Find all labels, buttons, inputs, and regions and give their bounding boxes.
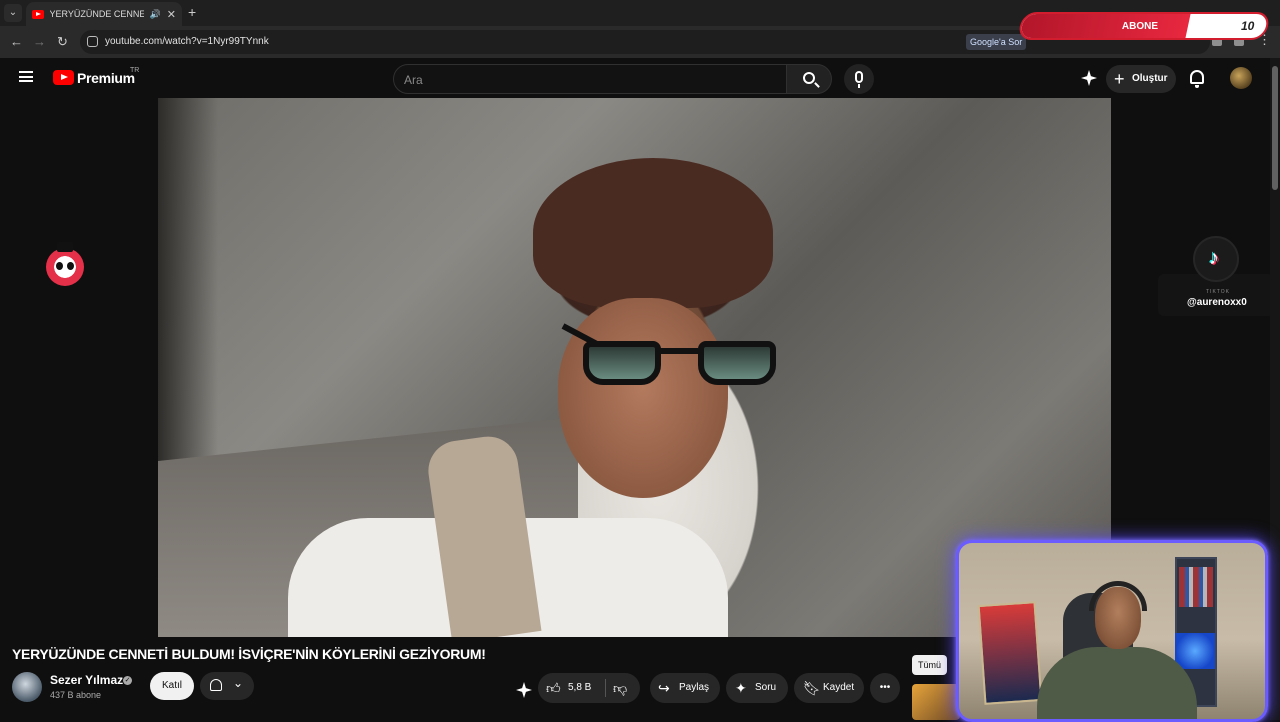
- share-icon: ↪: [658, 680, 670, 696]
- microphone-icon: [855, 71, 863, 83]
- voice-search-button[interactable]: [844, 64, 874, 94]
- chevron-down-icon: ⌄: [233, 676, 244, 690]
- join-button[interactable]: Katıl: [150, 672, 194, 700]
- site-info-icon[interactable]: [87, 36, 98, 47]
- back-icon[interactable]: ←: [10, 34, 23, 49]
- bookmark-icon: 🔖︎: [803, 680, 821, 696]
- sparkle-icon[interactable]: [1081, 70, 1097, 86]
- new-tab-icon[interactable]: +: [188, 4, 196, 20]
- google-search-chip[interactable]: Google'a Sor: [966, 34, 1027, 50]
- reload-icon[interactable]: ↻: [57, 34, 68, 50]
- channel-name[interactable]: Sezer Yılmaz: [50, 673, 123, 687]
- tiktok-label: TIKTOK: [1206, 289, 1230, 295]
- video-title: YERYÜZÜNDE CENNETİ BULDUM! İSVİÇRE'NİN K…: [12, 646, 486, 662]
- subscriber-count: 437 B abone: [50, 690, 102, 700]
- url-text: youtube.com/watch?v=1Nyr99TYnnk: [105, 36, 269, 47]
- subscribe-goal-label: ABONE: [1121, 21, 1159, 32]
- sparkle-icon: ✦: [735, 680, 747, 696]
- more-icon: •••: [879, 682, 891, 693]
- streamer-webcam: [956, 540, 1268, 722]
- share-button[interactable]: ↪ Paylaş: [650, 673, 720, 703]
- panda-mascot-icon: [46, 242, 84, 286]
- close-tab-icon[interactable]: ✕: [167, 8, 176, 21]
- speaker-icon[interactable]: 🔊: [150, 9, 161, 20]
- tiktok-icon: ♪: [1209, 247, 1219, 269]
- create-button[interactable]: Oluştur: [1106, 65, 1176, 93]
- account-avatar[interactable]: [1230, 67, 1252, 89]
- share-label: Paylaş: [679, 682, 710, 693]
- subscription-notification-button[interactable]: ⌄: [200, 672, 254, 700]
- ask-label: Soru: [755, 682, 777, 693]
- region-code: TR: [130, 67, 140, 74]
- save-label: Kaydet: [823, 682, 855, 693]
- youtube-favicon-icon: [32, 9, 44, 19]
- like-button[interactable]: 👍︎: [546, 673, 561, 703]
- menu-icon[interactable]: [19, 71, 33, 82]
- save-button[interactable]: 🔖︎ Kaydet: [794, 673, 864, 703]
- search-icon: [803, 72, 815, 84]
- browser-tab[interactable]: YERYÜZÜNDE CENNETİ BU 🔊 ✕: [26, 2, 182, 26]
- filter-chip-all[interactable]: Tümü: [912, 655, 948, 675]
- ai-sparkle-icon[interactable]: [516, 682, 532, 698]
- bell-icon: [210, 679, 222, 691]
- channel-avatar[interactable]: [12, 672, 42, 702]
- search-button[interactable]: [786, 64, 832, 94]
- scrollbar-thumb[interactable]: [1272, 66, 1278, 190]
- youtube-logo-icon[interactable]: [53, 70, 74, 85]
- verified-check-icon: ✓: [123, 676, 132, 685]
- search-box[interactable]: [393, 64, 787, 94]
- youtube-header: Premium TR Oluştur: [0, 58, 1270, 98]
- tiktok-handle: @aurenoxx0: [1187, 297, 1247, 308]
- recommended-video-thumbnail[interactable]: [912, 684, 960, 720]
- like-dislike-group: 👍︎ 5,8 B 👎︎: [538, 673, 640, 703]
- forward-icon[interactable]: →: [33, 34, 46, 49]
- notifications-bell-icon[interactable]: [1190, 70, 1204, 88]
- dislike-button[interactable]: 👎︎: [613, 673, 627, 703]
- like-count: 5,8 B: [568, 682, 592, 693]
- tab-search-button[interactable]: ⌄: [4, 4, 22, 22]
- subscribe-goal-progress: [1019, 14, 1191, 38]
- sunglasses: [561, 323, 783, 385]
- more-actions-button[interactable]: •••: [870, 673, 900, 703]
- tab-title: YERYÜZÜNDE CENNETİ BU: [49, 9, 144, 19]
- ask-button[interactable]: ✦ Soru: [726, 673, 788, 703]
- brand-name[interactable]: Premium: [77, 70, 135, 86]
- subscribe-goal-overlay: ABONE 10: [1017, 12, 1271, 40]
- headset: [1089, 581, 1147, 611]
- search-input[interactable]: [404, 71, 774, 89]
- subscribe-goal-count: 10: [1240, 19, 1254, 33]
